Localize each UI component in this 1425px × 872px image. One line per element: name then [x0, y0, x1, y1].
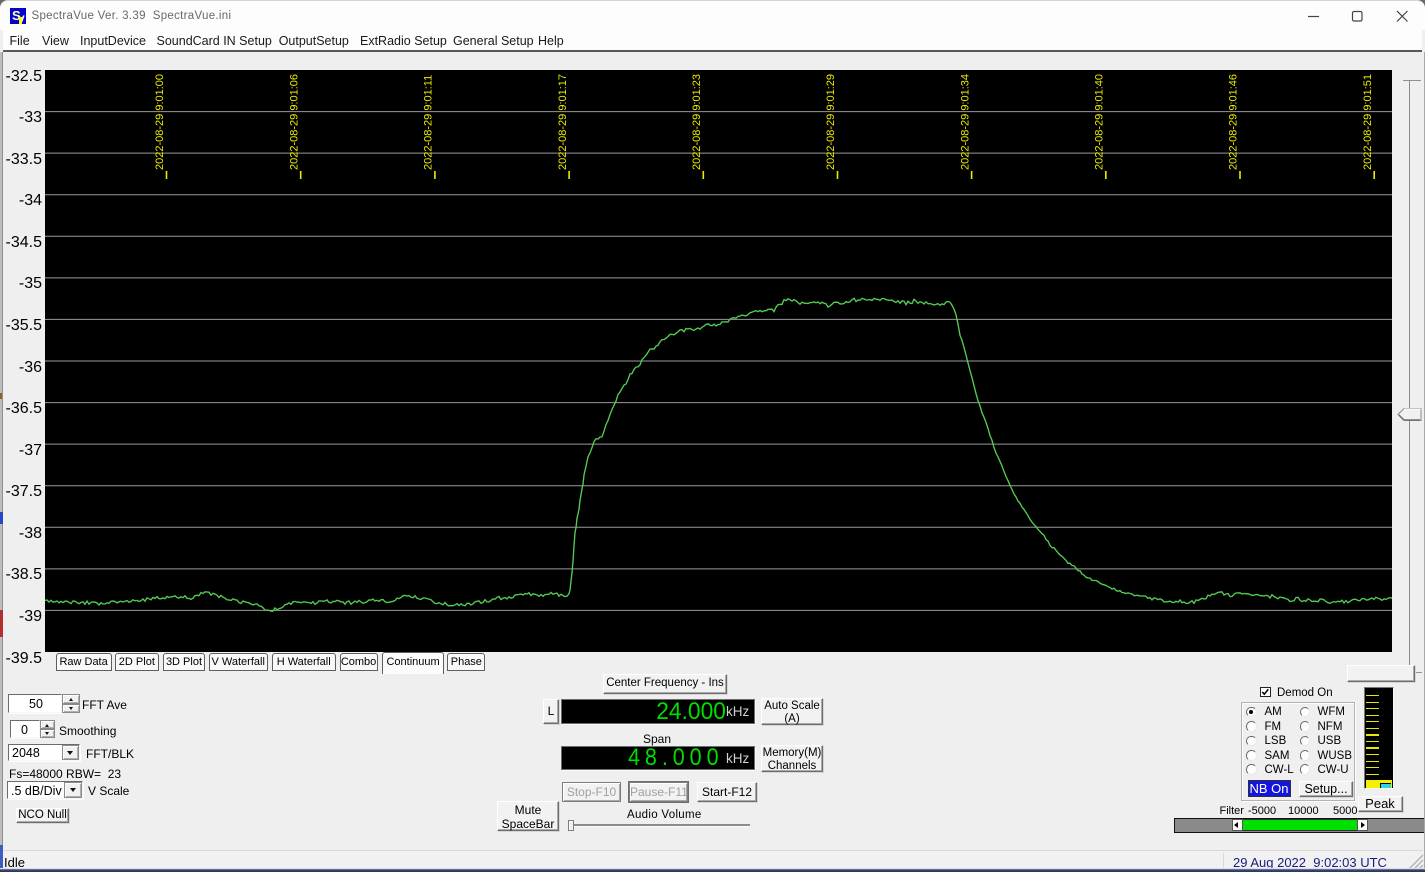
svg-text:2022-08-29 9:01:46: 2022-08-29 9:01:46 [1228, 74, 1240, 170]
svg-text:2022-08-29 9:01:23: 2022-08-29 9:01:23 [691, 74, 703, 170]
svg-text:2022-08-29 9:01:11: 2022-08-29 9:01:11 [423, 75, 435, 170]
svg-text:2022-08-29 9:01:06: 2022-08-29 9:01:06 [288, 74, 300, 170]
svg-text:2022-08-29 9:01:17: 2022-08-29 9:01:17 [557, 74, 569, 170]
svg-text:2022-08-29 9:01:00: 2022-08-29 9:01:00 [154, 74, 166, 170]
svg-text:2022-08-29 9:01:40: 2022-08-29 9:01:40 [1094, 74, 1106, 170]
svg-text:2022-08-29 9:01:29: 2022-08-29 9:01:29 [825, 74, 837, 170]
svg-text:2022-08-29 9:01:51: 2022-08-29 9:01:51 [1362, 74, 1374, 170]
svg-text:2022-08-29 9:01:34: 2022-08-29 9:01:34 [959, 74, 971, 170]
